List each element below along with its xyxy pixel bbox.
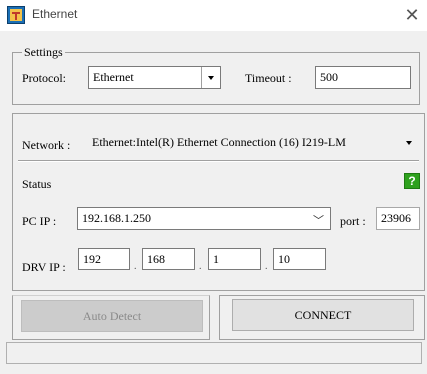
protocol-label: Protocol: — [22, 71, 66, 85]
port-input[interactable]: 23906 — [376, 207, 420, 230]
drv-ip-octet-4[interactable]: 10 — [273, 248, 326, 270]
chevron-down-icon[interactable] — [400, 131, 418, 154]
close-icon[interactable]: ✕ — [400, 3, 424, 27]
auto-detect-button[interactable]: Auto Detect — [21, 300, 203, 332]
chevron-down-icon[interactable]: ﹀ — [313, 212, 324, 228]
port-label: port : — [340, 214, 366, 228]
timeout-input[interactable]: 500 — [315, 66, 411, 89]
network-select[interactable]: Ethernet:Intel(R) Ethernet Connection (1… — [87, 130, 419, 155]
window-title: Ethernet — [32, 7, 78, 21]
protocol-select[interactable]: Ethernet — [88, 66, 221, 89]
settings-group-label: Settings — [22, 45, 65, 60]
status-help-icon[interactable]: ? — [404, 173, 420, 189]
timeout-label: Timeout : — [245, 71, 292, 85]
ip-separator: . — [134, 261, 137, 272]
pc-ip-value: 192.168.1.250 — [82, 211, 151, 225]
divider — [18, 160, 419, 162]
connect-button[interactable]: CONNECT — [232, 299, 414, 331]
app-icon — [7, 6, 25, 24]
ip-separator: . — [265, 261, 268, 272]
drv-ip-octet-3[interactable]: 1 — [208, 248, 261, 270]
pc-ip-label: PC IP : — [22, 214, 57, 228]
chevron-down-icon[interactable] — [201, 67, 220, 88]
drv-ip-octet-1[interactable]: 192 — [78, 248, 130, 270]
drv-ip-label: DRV IP : — [22, 260, 66, 274]
status-label: Status — [22, 177, 52, 191]
protocol-value: Ethernet — [93, 70, 134, 84]
pc-ip-select[interactable]: 192.168.1.250 ﹀ — [77, 207, 331, 230]
network-value: Ethernet:Intel(R) Ethernet Connection (1… — [92, 135, 346, 149]
ip-separator: . — [199, 261, 202, 272]
network-label: Network : — [22, 138, 71, 152]
drv-ip-octet-2[interactable]: 168 — [142, 248, 195, 270]
status-bar — [6, 342, 422, 364]
